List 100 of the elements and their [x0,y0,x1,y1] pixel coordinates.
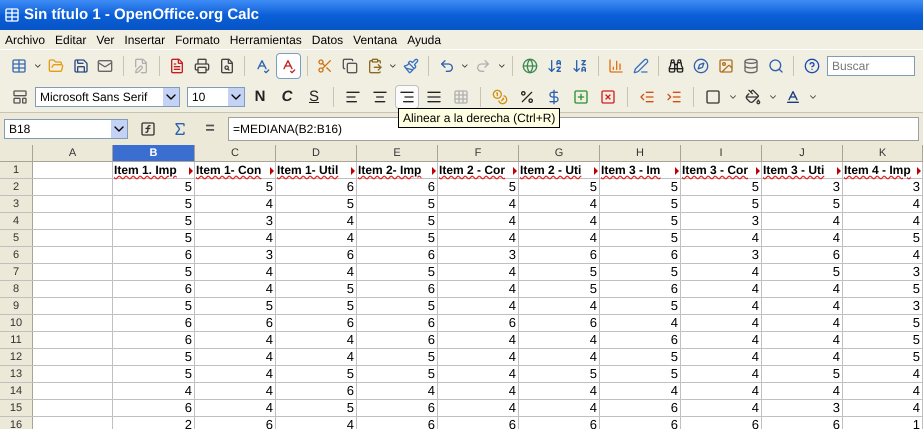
table-cell-text: 6 [428,246,436,264]
table-cell-text: 4 [508,348,517,366]
table-cell-text: 5 [670,297,679,316]
table-cell-text: 1 [912,416,921,429]
table-cell-text: 4 [832,348,841,366]
table-cell-text: 4 [590,195,598,214]
table-cell-text: 4 [912,195,921,214]
table-cell-text: 5 [670,229,679,248]
table-cell-text: 4 [346,331,355,350]
table-cell-text: 4 [508,382,517,400]
table-cell-text: 4 [590,229,598,248]
table-cell-text: 6 [508,314,517,332]
header-cell-text: Item 1- Con [195,162,262,179]
table-cell-text: 5 [670,365,679,384]
table-cell-text: 4 [590,212,598,230]
table-cell-text: 6 [428,280,436,298]
table-cell-text: 4 [346,229,355,248]
table-cell-text: 4 [184,382,193,400]
table-cell-text: 5 [266,178,274,196]
table-cell-text: 4 [590,399,598,418]
table-cell-text: 4 [508,365,517,384]
table-cell-text: 5 [346,280,355,298]
table-cell-text: 4 [832,280,841,298]
table-cell-text: 3 [912,178,921,196]
table-cell-text: 3 [752,212,760,230]
table-cell-text: 5 [752,178,760,196]
table-cell-text: 5 [346,297,355,316]
table-cell-text: 3 [912,297,921,316]
table-cell-text: 4 [752,365,760,384]
table-cell-text: 3 [266,246,274,264]
table-cell-text: 6 [670,246,679,264]
table-cell-text: 4 [912,382,921,400]
table-cell-text: 4 [912,365,921,384]
table-cell-text: 6 [266,314,274,332]
table-cell-text: 5 [428,195,436,214]
table-cell-text: 4 [266,229,274,248]
table-cell-text: 5 [912,280,921,298]
table-cell-text: 5 [428,212,436,230]
header-cell-text: Item 2- Imp [357,162,422,179]
table-cell-text: 4 [832,229,841,248]
header-cell-text: Item 2 - Cor [438,162,506,179]
table-cell-text: 5 [590,178,598,196]
table-cell-text: 4 [832,297,841,316]
table-cell-text: 3 [832,399,841,418]
table-cell-text: 3 [266,212,274,230]
table-cell-text: 6 [184,280,193,298]
table-cell-text: 5 [590,365,598,384]
table-cell-text: 5 [428,229,436,248]
table-cell-text: 5 [346,365,355,384]
table-cell-text: 6 [346,246,355,264]
table-cell-text: 4 [266,348,274,366]
table-cell-text: 5 [670,348,679,366]
table-cell-text: 5 [346,399,355,418]
table-cell-text: 4 [832,331,841,350]
table-cell-text: 4 [266,331,274,350]
table-cell-text: 4 [912,212,921,230]
table-cell-text: 4 [508,331,517,350]
table-cell-text: 3 [508,246,517,264]
table-cell-text: 5 [184,229,193,248]
header-cell-text: Item 4 - Imp [843,162,911,179]
table-cell-text: 4 [752,297,760,316]
table-cell-text: 3 [912,263,921,282]
table-cell-text: 4 [590,348,598,366]
table-cell-text: 5 [752,195,760,214]
table-cell-text: 4 [508,297,517,316]
table-cell-text: 4 [752,382,760,400]
table-cell-text: 4 [266,365,274,384]
table-cell-text: 4 [508,212,517,230]
header-cell-text: Item 3 - Im [600,162,660,179]
table-cell-text: 6 [832,246,841,264]
table-cell-text: 5 [184,297,193,316]
table-cell-text: 5 [184,195,193,214]
table-cell-text: 4 [752,331,760,350]
table-cell-text: 5 [912,348,921,366]
table-cell-text: 2 [184,416,193,429]
table-cell-text: 5 [428,263,436,282]
header-cell-text: Item 3 - Uti [762,162,824,179]
table-cell-text: 5 [346,195,355,214]
table-cell-text: 6 [346,314,355,332]
table-cell-text: 4 [912,399,921,418]
table-cell-text: 4 [670,382,679,400]
table-cell-text: 4 [832,382,841,400]
table-cell-text: 6 [184,314,193,332]
table-cell-text: 5 [184,178,193,196]
table-cell-text: 5 [670,195,679,214]
table-cell-text: 4 [590,297,598,316]
table-cell-text: 5 [184,365,193,384]
table-cell-text: 5 [832,263,841,282]
table-cell-text: 5 [184,348,193,366]
table-cell-text: 4 [266,263,274,282]
table-cell-text: 4 [266,399,274,418]
table-cell-text: 5 [670,212,679,230]
table-cell-text: 6 [184,331,193,350]
table-cell-text: 5 [670,178,679,196]
table-cell-text: 4 [508,263,517,282]
header-cell-text: Item 3 - Cor [681,162,748,179]
table-cell-text: 5 [428,365,436,384]
table-cell-text: 5 [832,365,841,384]
table-cell-text: 6 [428,331,436,350]
table-cell-text: 5 [912,331,921,350]
